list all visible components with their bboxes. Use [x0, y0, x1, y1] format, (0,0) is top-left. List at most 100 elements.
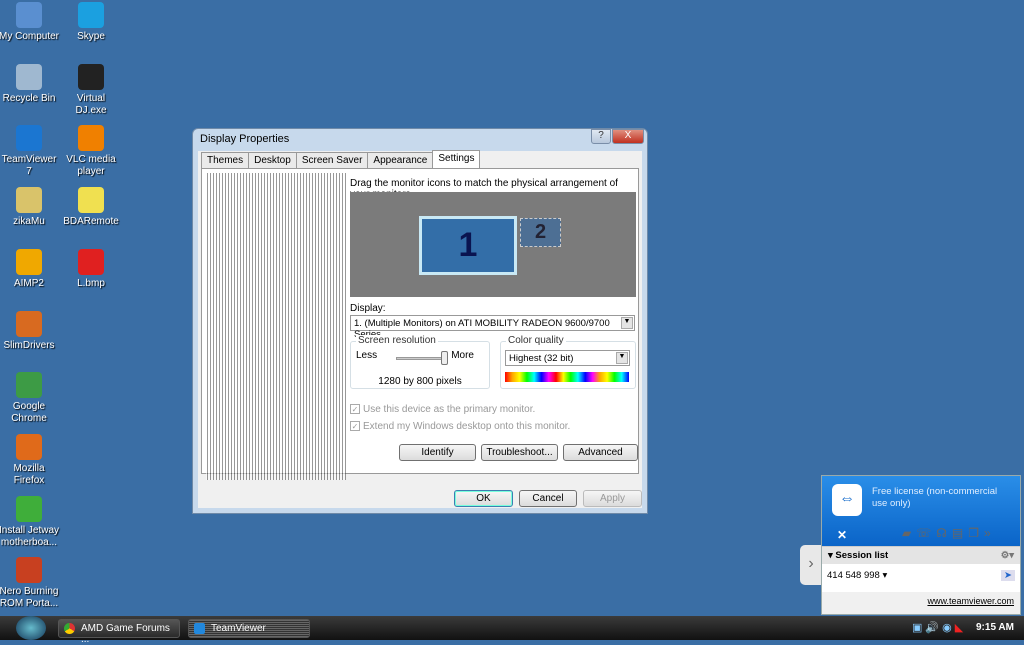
computer-icon: [16, 2, 42, 28]
license-text: Free license (non-commercial use only): [872, 486, 998, 509]
display-select[interactable]: 1. (Multiple Monitors) on ATI MOBILITY R…: [350, 315, 635, 340]
display-properties-dialog: Display Properties ? X Themes Desktop Scre…: [192, 128, 648, 514]
advanced-button[interactable]: Advanced: [563, 444, 638, 461]
clock[interactable]: 9:15 AM: [976, 622, 1014, 633]
checkbox[interactable]: ✓ Use this device as the primary monitor.: [350, 404, 535, 415]
desktop-icon-label: BDARemote: [63, 216, 119, 228]
close-button[interactable]: X: [612, 129, 644, 144]
less-label: Less: [356, 350, 378, 361]
teamviewer-link[interactable]: www.teamviewer.com: [822, 592, 1020, 610]
session-row[interactable]: 414 548 998 ▾ ➤: [822, 564, 1020, 592]
taskbar-item-teamviewer[interactable]: TeamViewer: [188, 619, 310, 638]
desktop-icon-label: SlimDrivers: [3, 339, 55, 351]
teamviewer-panel: ⇔ Free license (non-commercial use only)…: [821, 475, 1021, 615]
settings-page: Drag the monitor icons to match the phys…: [201, 168, 639, 480]
chevron-down-icon: ▼: [621, 317, 633, 329]
teamviewer-toolbar[interactable]: ▰☏☊▤❐»: [902, 526, 996, 540]
apply-button[interactable]: Apply: [583, 490, 642, 507]
session-list-header[interactable]: ▾ Session list ⚙▾: [822, 546, 1020, 564]
teamviewer-logo-icon: ⇔: [832, 484, 862, 516]
desktop-icon[interactable]: Google Chrome: [0, 372, 60, 425]
desktop-icon-label: Google Chrome: [11, 401, 47, 425]
nero-icon: [16, 557, 42, 584]
desktop-icon[interactable]: VLC media player: [60, 125, 122, 178]
chrome-icon: [16, 372, 42, 399]
resolution-slider-thumb[interactable]: [441, 351, 448, 365]
virtualdj-icon: [78, 63, 104, 90]
desktop-icon[interactable]: My Computer: [0, 2, 60, 43]
desktop-icon-label: Recycle Bin: [2, 92, 56, 104]
system-tray-icons[interactable]: ▣🔊◉◣: [912, 621, 966, 634]
desktop-icon[interactable]: BDARemote: [60, 187, 122, 228]
vlc-icon: [78, 125, 104, 152]
dialog-title: Display Properties: [200, 133, 290, 145]
tab-settings[interactable]: Settings: [432, 150, 481, 168]
desktop-icon-label: zikaMu: [13, 216, 45, 228]
desktop-icon[interactable]: Recycle Bin: [0, 63, 60, 105]
checkbox-label: Use this device as the primary monitor.: [363, 404, 536, 415]
color-quality-group: Color quality Highest (32 bit) ▼: [500, 335, 636, 389]
monitor-1[interactable]: 1: [419, 216, 517, 275]
teamviewer-close-button[interactable]: ✕: [822, 528, 862, 546]
desktop-icon[interactable]: AIMP2: [0, 248, 60, 290]
teamviewer-expand-tab[interactable]: ›: [800, 545, 822, 585]
gear-icon[interactable]: ⚙▾: [1001, 550, 1014, 561]
desktop-icon-label: AIMP2: [13, 277, 44, 289]
display-label: Display:: [350, 303, 386, 314]
resolution-value: 1280 by 800 pixels: [378, 376, 462, 387]
monitor-arrangement[interactable]: 1 2: [350, 192, 636, 297]
desktop-icon[interactable]: Skype: [60, 2, 122, 43]
troubleshoot-button[interactable]: Troubleshoot...: [481, 444, 558, 461]
dialog-body: Themes Desktop Screen Saver Appearance Setti…: [198, 150, 642, 508]
desktop-icon-label: Mozilla Firefox: [13, 462, 45, 486]
resolution-slider[interactable]: [396, 357, 446, 360]
tab-themes[interactable]: Themes: [201, 152, 250, 168]
recycle-bin-icon: [16, 63, 42, 90]
session-id: 414 548 998: [827, 570, 880, 581]
start-button[interactable]: [16, 616, 46, 640]
chrome-icon: [64, 623, 75, 634]
taskbar-item-label: TeamViewer: [211, 623, 266, 634]
tab-desktop[interactable]: Desktop: [248, 152, 297, 168]
desktop-icon-label: TeamViewer 7: [1, 154, 57, 178]
desktop-icon-label: Nero Burning ROM Porta...: [0, 586, 59, 610]
screen-resolution-label: Screen resolution: [356, 335, 438, 346]
slimdrivers-icon: [16, 310, 42, 337]
color-spectrum-bar: [505, 372, 629, 382]
taskbar: AMD Game Forums ... TeamViewer ▣🔊◉◣ 9:15…: [0, 616, 1024, 645]
teamviewer-icon: [16, 125, 42, 152]
cursor-icon[interactable]: ➤: [1001, 570, 1015, 581]
bdaremote-icon: [78, 187, 104, 214]
checkbox[interactable]: ✓ Extend my Windows desktop onto this mon…: [350, 421, 570, 432]
desktop-icon-label: Virtual DJ.exe: [75, 92, 107, 116]
desktop-icon[interactable]: L.bmp: [60, 248, 122, 290]
desktop-icon[interactable]: TeamViewer 7: [0, 125, 60, 178]
cancel-button[interactable]: Cancel: [519, 490, 577, 507]
desktop-icon[interactable]: Install Jetway motherboa...: [0, 495, 60, 549]
desktop-icon[interactable]: zikaMu: [0, 187, 60, 228]
desktop-icon[interactable]: Virtual DJ.exe: [60, 63, 122, 117]
monitor-2[interactable]: 2: [520, 218, 561, 247]
desktop-icon-label: My Computer: [0, 31, 59, 42]
teamviewer-icon: [194, 623, 205, 634]
ok-button[interactable]: OK: [454, 490, 513, 507]
taskbar-item-chrome[interactable]: AMD Game Forums ...: [58, 619, 180, 645]
tab-strip: Themes Desktop Screen Saver Appearance Setti…: [201, 150, 481, 168]
tab-appearance[interactable]: Appearance: [367, 152, 434, 168]
checkbox-box[interactable]: ✓: [350, 404, 360, 414]
tab-screen-saver[interactable]: Screen Saver: [295, 152, 369, 168]
checkbox-box[interactable]: ✓: [350, 421, 360, 431]
desktop-icon[interactable]: SlimDrivers: [0, 310, 60, 352]
identify-button[interactable]: Identify: [399, 444, 476, 461]
taskbar-item-label: AMD Game Forums ...: [81, 623, 170, 645]
help-button[interactable]: ?: [591, 129, 611, 144]
jetway-icon: [16, 495, 42, 522]
desktop-icon[interactable]: Mozilla Firefox: [0, 433, 60, 487]
color-quality-label: Color quality: [506, 335, 566, 346]
chevron-down-icon: ▼: [616, 352, 628, 364]
desktop-icon[interactable]: Nero Burning ROM Porta...: [0, 557, 60, 610]
desktop-icon-label: Skype: [77, 31, 105, 42]
desktop-icon-label: Install Jetway motherboa...: [0, 524, 60, 548]
color-quality-select[interactable]: Highest (32 bit) ▼: [505, 350, 630, 366]
more-label: More: [451, 350, 474, 361]
